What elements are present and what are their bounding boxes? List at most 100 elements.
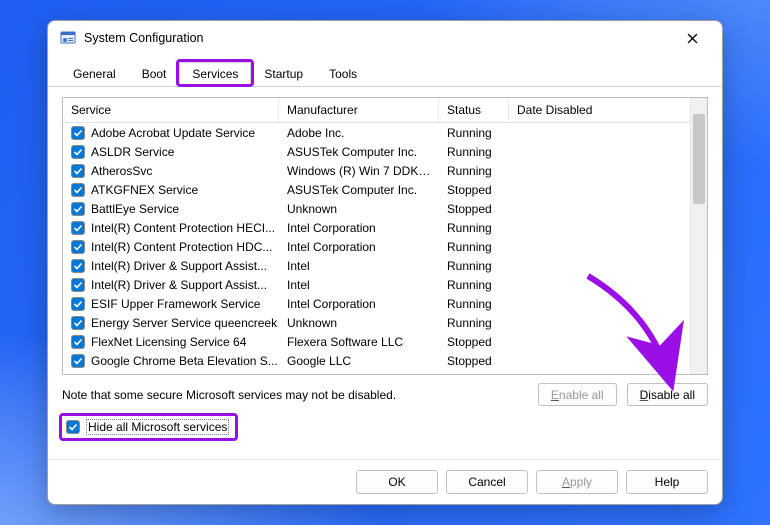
manufacturer: ASUSTek Computer Inc. bbox=[279, 145, 439, 159]
scrollbar-thumb[interactable] bbox=[693, 114, 705, 204]
table-row[interactable]: Energy Server Service queencreekUnknownR… bbox=[63, 313, 690, 332]
row-checkbox[interactable] bbox=[71, 259, 85, 273]
system-configuration-dialog: System Configuration General Boot Servic… bbox=[47, 20, 723, 505]
service-name: ATKGFNEX Service bbox=[91, 183, 198, 197]
column-status[interactable]: Status bbox=[439, 98, 509, 122]
status: Running bbox=[439, 297, 509, 311]
status: Stopped bbox=[439, 335, 509, 349]
services-table: Service Manufacturer Status Date Disable… bbox=[62, 97, 708, 375]
manufacturer: Adobe Inc. bbox=[279, 126, 439, 140]
row-checkbox[interactable] bbox=[71, 221, 85, 235]
manufacturer: Intel Corporation bbox=[279, 221, 439, 235]
table-row[interactable]: Intel(R) Content Protection HECI... Intel… bbox=[63, 218, 690, 237]
window-title: System Configuration bbox=[84, 31, 204, 45]
service-name: BattlEye Service bbox=[91, 202, 179, 216]
status: Stopped bbox=[439, 202, 509, 216]
table-row[interactable]: ESIF Upper Framework Service Intel Corpor… bbox=[63, 294, 690, 313]
manufacturer: Windows (R) Win 7 DDK p... bbox=[279, 164, 439, 178]
table-row[interactable]: Intel(R) Content Protection HDC... Intel … bbox=[63, 237, 690, 256]
cancel-button[interactable]: Cancel bbox=[446, 470, 528, 494]
tabstrip: General Boot Services Startup Tools bbox=[48, 55, 722, 87]
column-manufacturer[interactable]: Manufacturer bbox=[279, 98, 439, 122]
hide-microsoft-services-label: Hide all Microsoft services bbox=[86, 419, 229, 435]
manufacturer: Intel Corporation bbox=[279, 240, 439, 254]
service-name: AtherosSvc bbox=[91, 164, 152, 178]
table-row[interactable]: FlexNet Licensing Service 64 Flexera Soft… bbox=[63, 332, 690, 351]
titlebar: System Configuration bbox=[48, 21, 722, 55]
service-name: ASLDR Service bbox=[91, 145, 174, 159]
table-row[interactable]: ASLDR Service ASUSTek Computer Inc.Runnin… bbox=[63, 142, 690, 161]
service-name: Intel(R) Driver & Support Assist... bbox=[91, 259, 267, 273]
service-name: Intel(R) Content Protection HECI... bbox=[91, 221, 275, 235]
table-row[interactable]: Adobe Acrobat Update Service Adobe Inc.Ru… bbox=[63, 123, 690, 142]
row-checkbox[interactable] bbox=[71, 164, 85, 178]
hide-microsoft-services-checkbox[interactable]: Hide all Microsoft services bbox=[62, 416, 235, 438]
status: Stopped bbox=[439, 354, 509, 368]
table-row[interactable]: Google Chrome Beta Elevation S...Google … bbox=[63, 351, 690, 370]
tab-label: Tools bbox=[329, 67, 357, 81]
service-name: ESIF Upper Framework Service bbox=[91, 297, 260, 311]
row-checkbox[interactable] bbox=[71, 126, 85, 140]
manufacturer: Unknown bbox=[279, 316, 439, 330]
status: Running bbox=[439, 126, 509, 140]
enable-all-button[interactable]: EEnable allnable all bbox=[538, 383, 617, 406]
help-button[interactable]: Help bbox=[626, 470, 708, 494]
row-checkbox[interactable] bbox=[71, 183, 85, 197]
row-checkbox[interactable] bbox=[71, 297, 85, 311]
status: Running bbox=[439, 145, 509, 159]
status: Running bbox=[439, 259, 509, 273]
manufacturer: Flexera Software LLC bbox=[279, 335, 439, 349]
table-row[interactable]: Intel(R) Driver & Support Assist... Intel… bbox=[63, 256, 690, 275]
status: Running bbox=[439, 278, 509, 292]
tab-services[interactable]: Services bbox=[179, 62, 251, 87]
table-row[interactable]: BattlEye Service UnknownStopped bbox=[63, 199, 690, 218]
apply-button[interactable]: ApplyApply bbox=[536, 470, 618, 494]
tab-startup[interactable]: Startup bbox=[251, 62, 316, 87]
row-checkbox[interactable] bbox=[71, 316, 85, 330]
tab-label: General bbox=[73, 67, 116, 81]
close-button[interactable] bbox=[672, 24, 712, 52]
note-text: Note that some secure Microsoft services… bbox=[62, 388, 528, 402]
row-checkbox[interactable] bbox=[71, 354, 85, 368]
table-row[interactable]: AtherosSvcWindows (R) Win 7 DDK p...Runn… bbox=[63, 161, 690, 180]
ok-button[interactable]: OK bbox=[356, 470, 438, 494]
scrollbar[interactable] bbox=[690, 98, 707, 374]
manufacturer: ASUSTek Computer Inc. bbox=[279, 183, 439, 197]
column-service[interactable]: Service bbox=[63, 98, 279, 122]
tab-label: Services bbox=[192, 67, 238, 81]
manufacturer: Intel bbox=[279, 278, 439, 292]
row-checkbox[interactable] bbox=[71, 202, 85, 216]
status: Running bbox=[439, 221, 509, 235]
row-checkbox[interactable] bbox=[71, 145, 85, 159]
dialog-footer: OK Cancel ApplyApply Help bbox=[48, 459, 722, 504]
manufacturer: Intel Corporation bbox=[279, 297, 439, 311]
status: Running bbox=[439, 316, 509, 330]
tab-boot[interactable]: Boot bbox=[129, 62, 180, 87]
tab-label: Startup bbox=[264, 67, 303, 81]
row-checkbox[interactable] bbox=[71, 335, 85, 349]
manufacturer: Unknown bbox=[279, 202, 439, 216]
manufacturer: Google LLC bbox=[279, 354, 439, 368]
tab-label: Boot bbox=[142, 67, 167, 81]
service-name: Intel(R) Content Protection HDC... bbox=[91, 240, 272, 254]
status: Stopped bbox=[439, 183, 509, 197]
service-name: FlexNet Licensing Service 64 bbox=[91, 335, 246, 349]
manufacturer: Intel bbox=[279, 259, 439, 273]
row-checkbox[interactable] bbox=[71, 240, 85, 254]
tab-tools[interactable]: Tools bbox=[316, 62, 370, 87]
service-name: Google Chrome Beta Elevation S... bbox=[91, 354, 278, 368]
table-row[interactable]: ATKGFNEX Service ASUSTek Computer Inc.Sto… bbox=[63, 180, 690, 199]
close-icon bbox=[687, 33, 698, 44]
table-row[interactable]: Intel(R) Driver & Support Assist... Intel… bbox=[63, 275, 690, 294]
status: Running bbox=[439, 240, 509, 254]
table-header: Service Manufacturer Status Date Disable… bbox=[63, 98, 690, 123]
services-tab-pane: Service Manufacturer Status Date Disable… bbox=[48, 87, 722, 459]
service-name: Intel(R) Driver & Support Assist... bbox=[91, 278, 267, 292]
service-name: Energy Server Service queencreek bbox=[91, 316, 277, 330]
service-name: Adobe Acrobat Update Service bbox=[91, 126, 255, 140]
disable-all-button[interactable]: Disable allDisable all bbox=[627, 383, 708, 406]
checkbox-icon bbox=[66, 420, 80, 434]
tab-general[interactable]: General bbox=[60, 62, 129, 87]
row-checkbox[interactable] bbox=[71, 278, 85, 292]
column-date-disabled[interactable]: Date Disabled bbox=[509, 98, 639, 122]
